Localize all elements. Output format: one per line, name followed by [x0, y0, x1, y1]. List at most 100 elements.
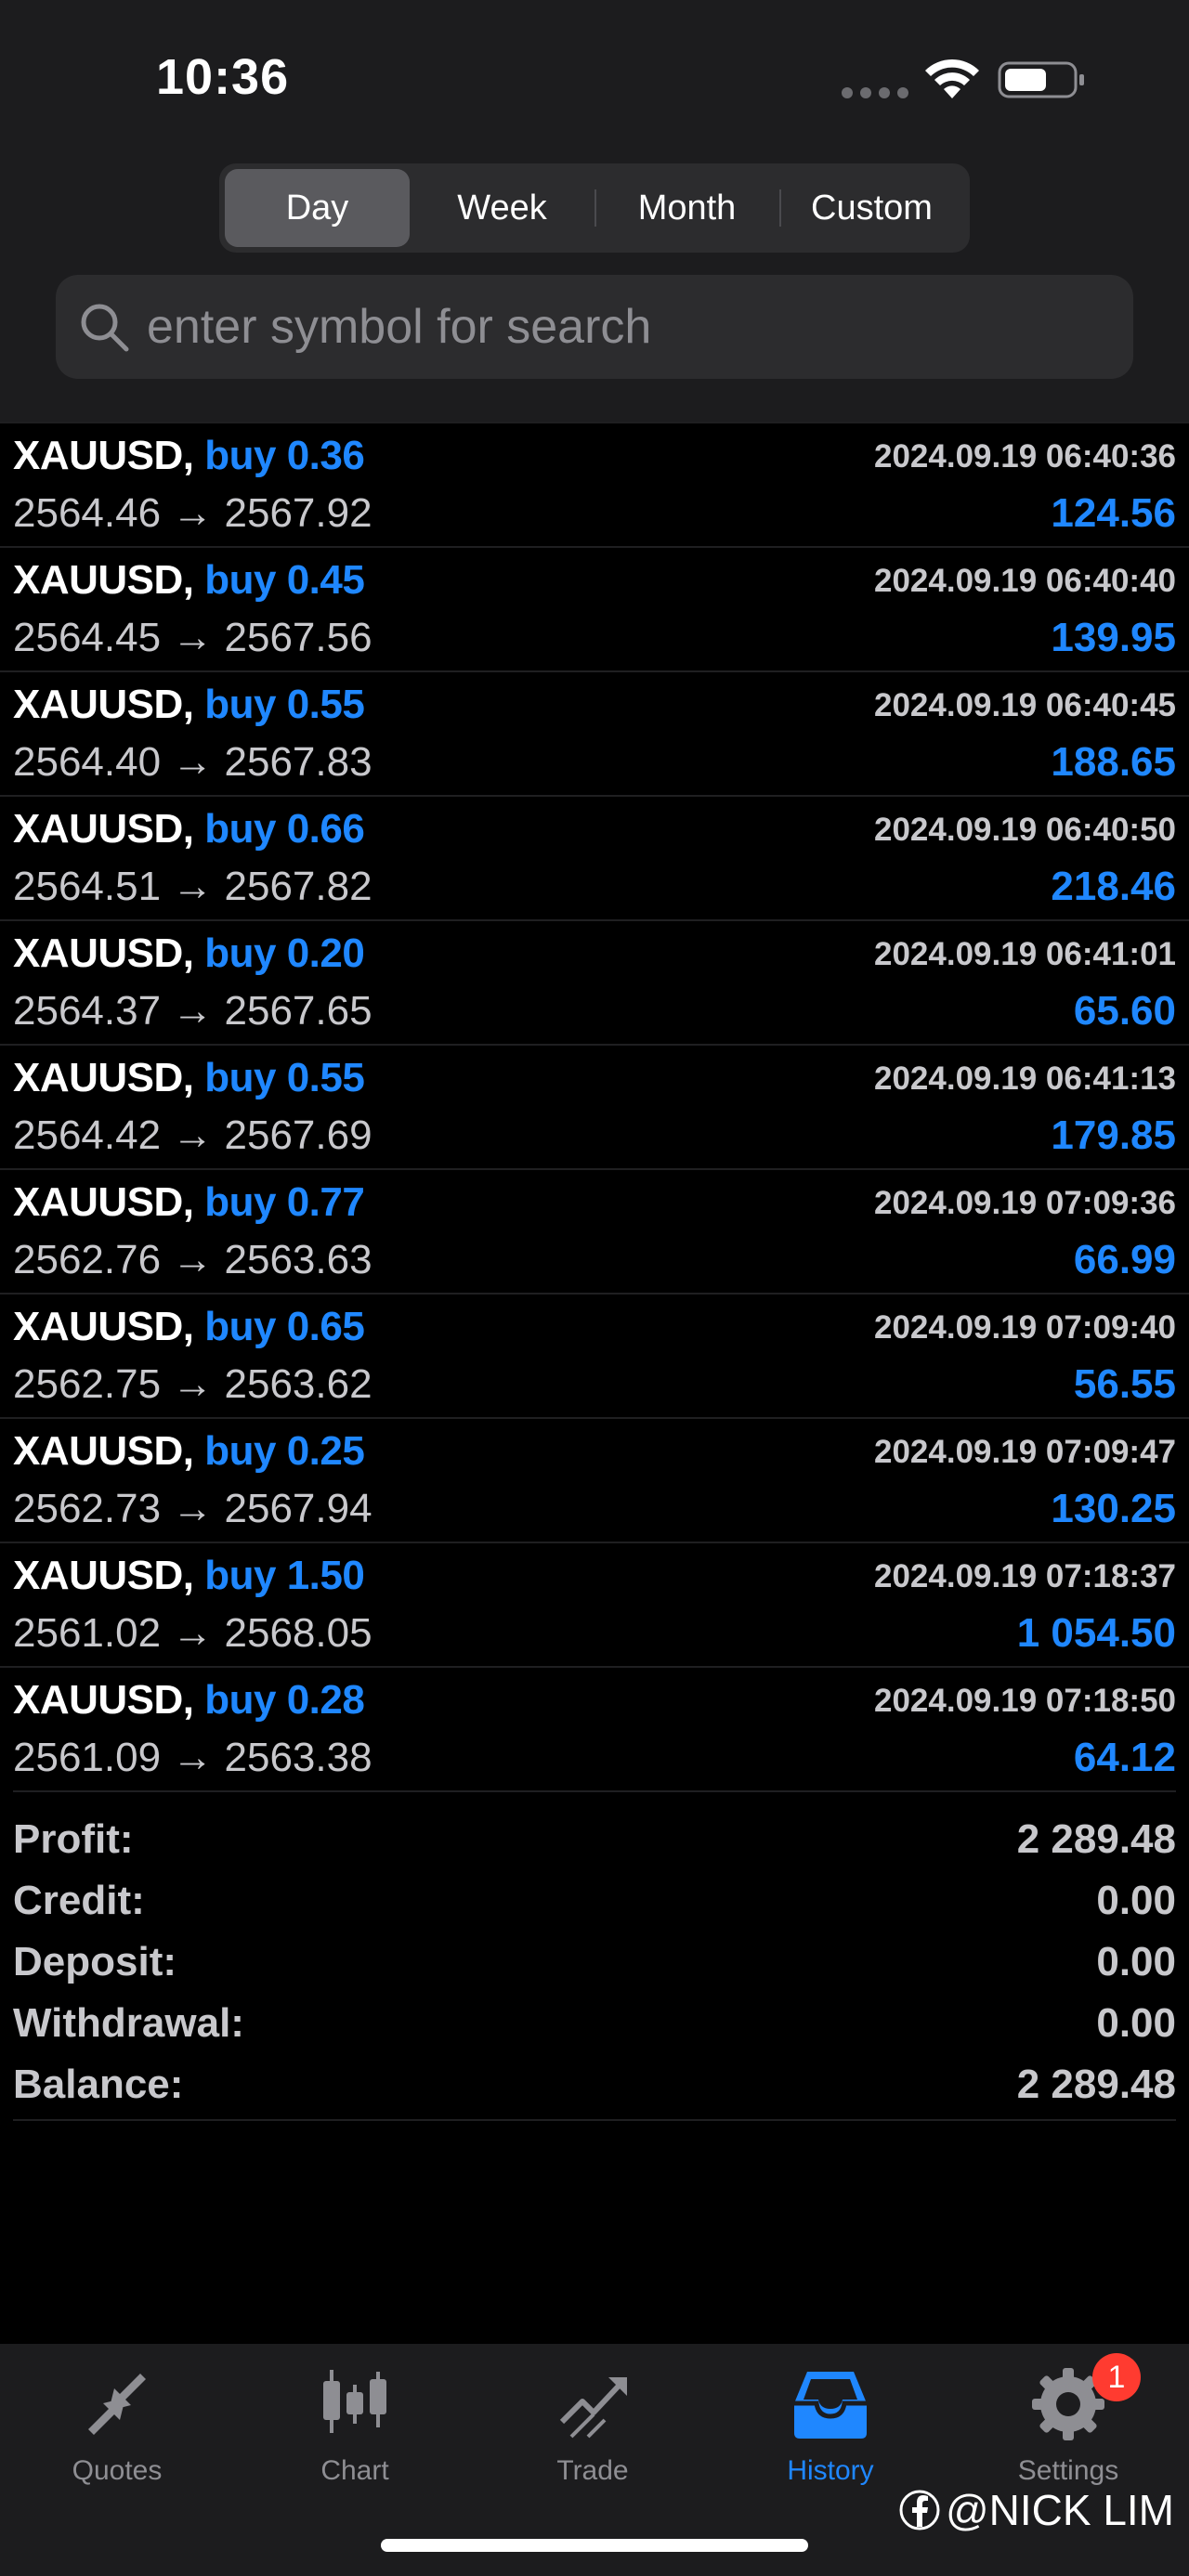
trade-row[interactable]: XAUUSD, buy 0.25 2562.73 → 2567.94 2024.09… [0, 1417, 1189, 1542]
segment-divider [779, 189, 781, 227]
tab-chart[interactable]: Chart [262, 2362, 448, 2487]
trade-row[interactable]: XAUUSD, buy 0.20 2564.37 → 2567.65 2024.09… [0, 919, 1189, 1044]
trade-symbol-name: XAUUSD, [13, 1677, 194, 1723]
summary-value: 0.00 [1096, 1939, 1176, 1984]
quotes-icon [88, 2374, 146, 2435]
trade-time: 2024.09.19 07:18:37 [874, 1558, 1176, 1594]
trade-symbol-name: XAUUSD, [13, 930, 194, 976]
trade-side-volume: buy 0.65 [204, 1304, 365, 1349]
trade-row[interactable]: XAUUSD, buy 0.28 2561.09 → 2563.38 2024.09… [0, 1666, 1189, 1790]
trade-time: 2024.09.19 07:09:40 [874, 1309, 1176, 1346]
summary-value: 2 289.48 [1016, 1816, 1176, 1862]
trade-time: 2024.09.19 06:40:50 [874, 812, 1176, 848]
trade-time: 2024.09.19 07:18:50 [874, 1683, 1176, 1719]
trade-row[interactable]: XAUUSD, buy 0.45 2564.45 → 2567.56 2024.09… [0, 546, 1189, 670]
tab-trade-label: Trade [556, 2455, 629, 2486]
tab-week-label: Week [457, 188, 547, 228]
tab-trade[interactable]: Trade [500, 2362, 686, 2487]
trade-prices: 2562.73 → 2567.94 [13, 1486, 372, 1531]
trade-side-volume: buy 0.28 [204, 1677, 365, 1723]
trade-symbol: XAUUSD, buy 0.25 [13, 1428, 365, 1475]
trade-row[interactable]: XAUUSD, buy 0.66 2564.51 → 2567.82 2024.09… [0, 795, 1189, 919]
trade-symbol-name: XAUUSD, [13, 1428, 194, 1474]
watermark-text: @NICK LIM [945, 2486, 1174, 2534]
trade-prices: 2564.40 → 2567.83 [13, 739, 372, 785]
trade-symbol-name: XAUUSD, [13, 1553, 194, 1598]
tab-month[interactable]: Month [594, 169, 779, 247]
summary-value: 2 289.48 [1016, 2062, 1176, 2107]
tab-month-label: Month [637, 188, 737, 228]
trade-profit: 66.99 [1073, 1237, 1176, 1282]
trade-symbol: XAUUSD, buy 0.20 [13, 930, 365, 977]
trade-symbol-name: XAUUSD, [13, 557, 194, 603]
trade-prices: 2564.45 → 2567.56 [13, 615, 372, 660]
trade-time: 2024.09.19 07:09:36 [874, 1185, 1176, 1221]
settings-notification-badge: 1 [1092, 2353, 1141, 2401]
trade-prices: 2564.51 → 2567.82 [13, 864, 372, 909]
summary-value: 0.00 [1096, 1878, 1176, 1923]
tab-day[interactable]: Day [225, 169, 410, 247]
trade-symbol-name: XAUUSD, [13, 806, 194, 852]
facebook-icon [899, 2490, 940, 2530]
header: 10:36 Day Week Month Custom [0, 0, 1189, 423]
trade-side-volume: buy 0.55 [204, 682, 365, 727]
trade-side-volume: buy 0.77 [204, 1179, 365, 1225]
period-selector: Day Week Month Custom [219, 163, 970, 253]
home-indicator[interactable] [381, 2539, 808, 2552]
trade-symbol: XAUUSD, buy 0.55 [13, 1055, 365, 1101]
trade-prices: 2562.76 → 2563.63 [13, 1237, 372, 1282]
trade-profit: 124.56 [1051, 490, 1176, 536]
trade-profit: 218.46 [1051, 864, 1176, 909]
trade-side-volume: buy 0.25 [204, 1428, 365, 1474]
trade-row[interactable]: XAUUSD, buy 0.65 2562.75 → 2563.62 2024.09… [0, 1293, 1189, 1417]
summary-row: Balance: 2 289.48 [13, 2054, 1176, 2115]
trade-profit: 64.12 [1073, 1735, 1176, 1780]
trade-prices: 2564.42 → 2567.69 [13, 1112, 372, 1158]
chart-icon [323, 2370, 386, 2433]
search-icon [81, 304, 129, 352]
tab-history[interactable]: History [738, 2362, 923, 2487]
tab-chart-label: Chart [320, 2455, 389, 2486]
search-bar[interactable] [56, 275, 1133, 379]
trade-symbol-name: XAUUSD, [13, 433, 194, 478]
status-time: 10:36 [156, 49, 290, 105]
search-input[interactable] [147, 299, 1113, 355]
trade-side-volume: buy 0.36 [204, 433, 365, 478]
summary-label: Deposit: [13, 1939, 176, 1984]
trade-symbol-name: XAUUSD, [13, 1179, 194, 1225]
trade-icon [559, 2377, 627, 2439]
trade-symbol-name: XAUUSD, [13, 1055, 194, 1100]
summary-row: Profit: 2 289.48 [13, 1809, 1176, 1870]
trade-symbol: XAUUSD, buy 0.45 [13, 557, 365, 604]
trade-row[interactable]: XAUUSD, buy 0.36 2564.46 → 2567.92 2024.09… [0, 422, 1189, 546]
summary-row: Credit: 0.00 [13, 1870, 1176, 1932]
trade-prices: 2561.02 → 2568.05 [13, 1610, 372, 1656]
trade-symbol-name: XAUUSD, [13, 682, 194, 727]
trade-row[interactable]: XAUUSD, buy 1.50 2561.02 → 2568.05 2024.09… [0, 1542, 1189, 1666]
segment-divider [594, 189, 596, 227]
trade-time: 2024.09.19 06:40:45 [874, 687, 1176, 723]
trade-profit: 179.85 [1051, 1112, 1176, 1158]
tab-custom-label: Custom [811, 188, 933, 228]
trade-prices: 2561.09 → 2563.38 [13, 1735, 372, 1780]
trade-symbol: XAUUSD, buy 0.66 [13, 806, 365, 852]
trade-side-volume: buy 1.50 [204, 1553, 365, 1598]
trade-row[interactable]: XAUUSD, buy 0.77 2562.76 → 2563.63 2024.09… [0, 1168, 1189, 1293]
trade-side-volume: buy 0.20 [204, 930, 365, 976]
summary-label: Balance: [13, 2062, 184, 2107]
trade-profit: 56.55 [1073, 1361, 1176, 1407]
trade-symbol: XAUUSD, buy 0.28 [13, 1677, 365, 1724]
account-summary: Profit: 2 289.48 Credit: 0.00 Deposit: 0.00 Wi… [13, 1790, 1176, 2115]
watermark: @NICK LIM [899, 2485, 1174, 2535]
tab-custom[interactable]: Custom [779, 169, 964, 247]
tab-week[interactable]: Week [410, 169, 594, 247]
trade-row[interactable]: XAUUSD, buy 0.55 2564.40 → 2567.83 2024.09… [0, 670, 1189, 795]
trade-row[interactable]: XAUUSD, buy 0.55 2564.42 → 2567.69 2024.09… [0, 1044, 1189, 1168]
trade-symbol: XAUUSD, buy 0.36 [13, 433, 365, 479]
tab-quotes[interactable]: Quotes [24, 2362, 210, 2487]
trade-symbol: XAUUSD, buy 0.65 [13, 1304, 365, 1350]
tab-quotes-label: Quotes [72, 2455, 163, 2486]
trade-profit: 139.95 [1051, 615, 1176, 660]
trade-prices: 2562.75 → 2563.62 [13, 1361, 372, 1407]
status-bar: 10:36 [0, 0, 1189, 158]
